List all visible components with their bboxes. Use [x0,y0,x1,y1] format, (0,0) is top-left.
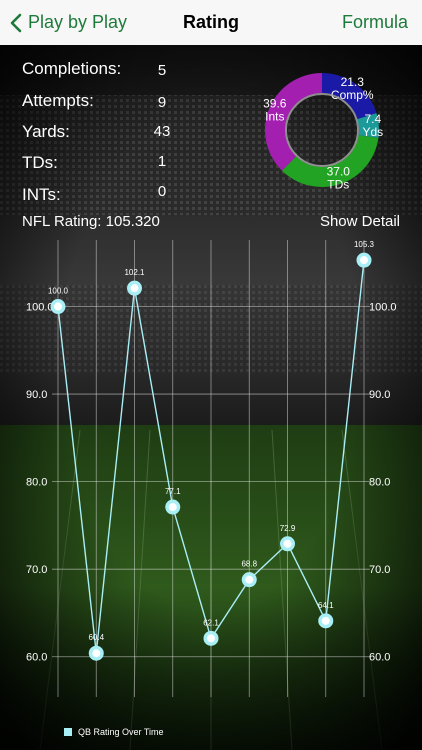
data-label: 105.3 [354,240,375,249]
donut-category-label: TDs [327,177,349,191]
donut-inner-ring [285,93,359,167]
y-tick-label-left: 80.0 [26,477,47,489]
y-axis-left: 100.0 90.0 80.0 70.0 60.0 [26,302,54,664]
y-axis-right: 100.0 90.0 80.0 70.0 60.0 [369,302,397,664]
y-tick-label-left: 90.0 [26,389,47,401]
y-tick-label-left: 60.0 [26,652,47,664]
data-point-center [360,256,368,265]
donut-value-label: 37.0 [327,164,351,178]
chart-grid [52,240,370,697]
donut-value-label: 7.4 [364,112,381,126]
data-point-center [130,284,139,293]
donut-category-label: Ints [265,110,284,124]
y-tick-label-right: 80.0 [369,477,390,489]
legend-swatch [64,728,72,736]
data-point-center [92,649,101,658]
y-tick-label-left: 70.0 [26,564,47,576]
rating-donut-chart: 21.3Comp%7.4Yds37.0TDs39.6Ints [263,73,383,191]
chart-legend: QB Rating Over Time [64,727,164,737]
data-point-center [207,634,215,643]
data-label: 64.1 [318,601,334,610]
y-tick-label-right: 70.0 [369,564,390,576]
rating-chart: 21.3Comp%7.4Yds37.0TDs39.6Ints 100.090.0… [26,73,397,697]
data-point-center [245,575,254,584]
data-label: 60.4 [88,633,104,642]
donut-value-label: 39.6 [263,97,287,111]
data-point-center [168,503,177,512]
legend-label: QB Rating Over Time [78,727,164,737]
y-tick-label-left: 100.0 [26,302,54,314]
data-label: 68.8 [241,560,257,569]
data-label: 102.1 [124,268,145,277]
data-label: 72.9 [280,524,296,533]
donut-category-label: Comp% [331,88,374,102]
y-tick-label-right: 90.0 [369,389,390,401]
y-tick-label-right: 100.0 [369,302,397,314]
data-label: 77.1 [165,487,181,496]
donut-value-label: 21.3 [341,75,365,89]
data-point-center [283,539,292,548]
data-label: 62.1 [203,618,219,627]
data-label: 100.0 [48,287,69,296]
data-point-center [54,302,62,311]
data-point-center [321,616,330,625]
y-tick-label-right: 60.0 [369,652,390,664]
